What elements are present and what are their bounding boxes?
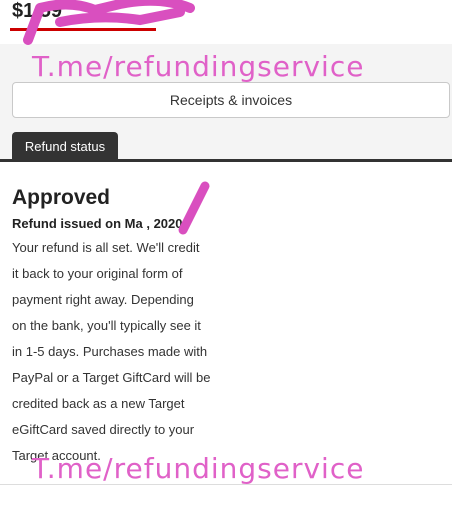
scribble-mark-middle [178, 181, 210, 235]
watermark-top: T.me/refundingservice [32, 50, 365, 83]
scribble-mark-top [23, 0, 195, 45]
watermark-bottom: T.me/refundingservice [32, 452, 365, 485]
